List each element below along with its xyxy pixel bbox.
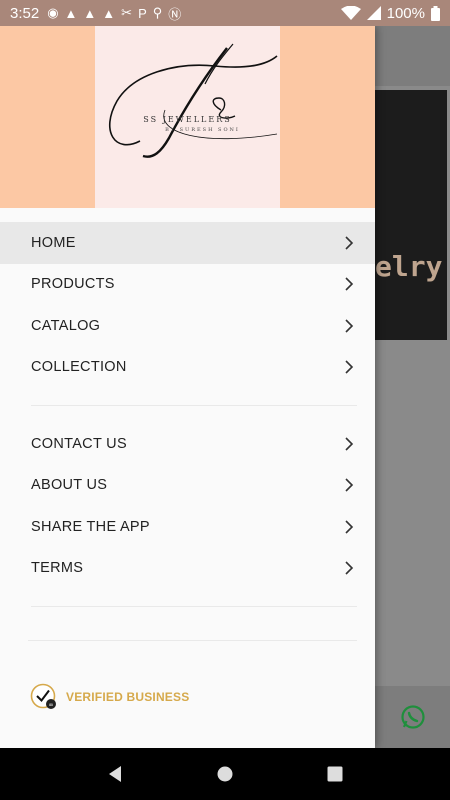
menu-item-label: TERMS [31,560,84,577]
home-circle-icon [217,766,233,782]
menu-item-label: CATALOG [31,317,101,334]
chevron-right-icon [345,561,354,575]
recents-square-icon [327,766,343,782]
menu-item-label: SHARE THE APP [31,518,150,535]
wifi-icon [340,6,361,20]
message-icon: ◉ [47,5,59,20]
home-button[interactable] [210,759,240,789]
verified-business-badge: ∞ VERIFIED BUSINESS [30,683,189,711]
chevron-right-icon [345,277,354,291]
battery-icon [431,5,440,21]
menu-item-terms[interactable]: TERMS [0,548,375,590]
recents-button[interactable] [320,759,350,789]
menu-divider [31,606,357,607]
menu-item-contact-us[interactable]: CONTACT US [0,423,375,465]
chevron-right-icon [345,478,354,492]
back-triangle-icon [109,766,121,782]
status-time: 3:52 [10,4,40,22]
location-icon: ⚲ [152,5,163,20]
warning-icon: ▲ [83,5,97,21]
system-nav-bar [0,748,450,800]
warning-icon: ▲ [64,5,78,21]
parking-icon: P [138,5,147,21]
chevron-right-icon [345,360,354,374]
bitcoin-icon: Ⓝ [168,6,182,22]
warning-icon: ▲ [102,5,116,21]
scissors-icon: ✂ [121,5,133,20]
back-button[interactable] [100,759,130,789]
menu-item-collection[interactable]: COLLECTION [0,347,375,389]
chevron-right-icon [345,236,354,250]
menu-item-catalog[interactable]: CATALOG [0,305,375,347]
menu-item-label: COLLECTION [31,359,127,376]
status-bar: 3:52 ◉ ▲ ▲ ▲ ✂ P ⚲ Ⓝ 100% [0,0,450,26]
drawer-header: SS JEWELLERS BY SURESH SONI [0,26,375,208]
menu-item-label: ABOUT US [31,477,108,494]
menu-divider [28,640,357,641]
verified-check-icon: ∞ [30,683,56,709]
menu-item-label: HOME [31,234,76,251]
menu-item-about-us[interactable]: ABOUT US [0,465,375,507]
menu-item-label: PRODUCTS [31,276,115,293]
background-banner: elry [375,90,447,340]
menu-divider [31,405,357,406]
notification-icons: ◉ ▲ ▲ ▲ ✂ P ⚲ Ⓝ [47,4,181,23]
battery-percent: 100% [386,4,425,22]
chevron-right-icon [345,520,354,534]
background-banner-text: elry [375,250,443,283]
drawer-menu: HOME PRODUCTS CATALOG COLLECTION CONTACT… [0,208,375,641]
logo-name: SS JEWELLERS [143,115,232,124]
verified-business-label: VERIFIED BUSINESS [66,690,190,704]
menu-item-label: CONTACT US [31,435,127,452]
logo-subtitle: BY SURESH SONI [165,127,240,133]
menu-item-products[interactable]: PRODUCTS [0,264,375,306]
chevron-right-icon [345,319,354,333]
menu-item-share-the-app[interactable]: SHARE THE APP [0,506,375,548]
signal-icon [366,6,381,20]
svg-text:∞: ∞ [49,702,54,709]
background-bottom-bar [375,686,450,748]
menu-item-home[interactable]: HOME [0,222,375,264]
whatsapp-icon[interactable] [400,704,426,730]
chevron-right-icon [345,437,354,451]
navigation-drawer: SS JEWELLERS BY SURESH SONI HOME PRODUCT… [0,26,375,748]
logo: SS JEWELLERS BY SURESH SONI [95,26,280,208]
